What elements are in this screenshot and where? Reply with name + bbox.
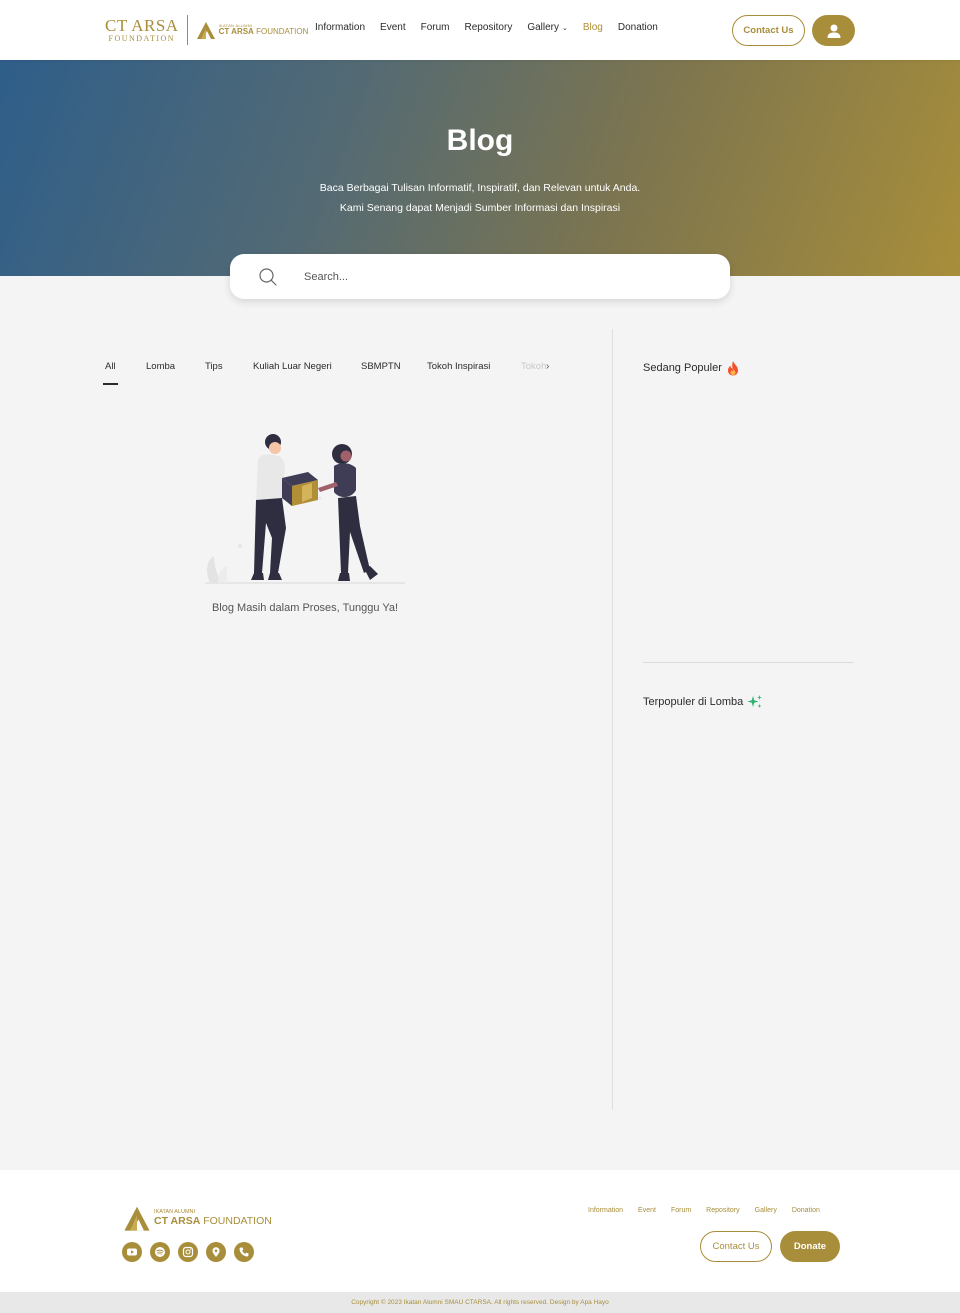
copyright-bar: Copyright © 2023 Ikatan Alumni SMAU CTAR… (0, 1292, 960, 1313)
empty-state-message: Blog Masih dalam Proses, Tunggu Ya! (211, 602, 399, 614)
logo-divider (186, 15, 188, 45)
tab-tokoh-inspirasi[interactable]: Tokoh Inspirasi (427, 361, 490, 372)
logo-triangle-icon (196, 22, 215, 39)
instagram-icon[interactable] (178, 1242, 198, 1262)
footer-contact-us-button[interactable]: Contact Us (700, 1231, 772, 1262)
spotify-icon[interactable] (150, 1242, 170, 1262)
nav-forum[interactable]: Forum (421, 22, 450, 33)
logo-primary-text: CT ARSA (105, 16, 179, 35)
search-input[interactable] (304, 266, 704, 287)
nav-donation[interactable]: Donation (618, 22, 658, 33)
sidebar-category-title: Terpopuler di Lomba (643, 696, 744, 708)
tab-lomba[interactable]: Lomba (146, 361, 175, 372)
category-tabs: All Lomba Tips Kuliah Luar Negeri SBMPTN… (103, 361, 553, 385)
logo-alumni: IKATAN ALUMNI CT ARSA FOUNDATION (196, 20, 309, 40)
hero-subtitle: Baca Berbagai Tulisan Informatif, Inspir… (0, 178, 960, 218)
sidebar-popular-heading: Sedang Populer (643, 360, 740, 376)
nav-information[interactable]: Information (315, 22, 365, 33)
hero-banner: Blog Baca Berbagai Tulisan Informatif, I… (0, 60, 960, 276)
logo-secondary-bold: CT ARSA (218, 27, 254, 36)
search-bar (230, 254, 730, 299)
tab-all[interactable]: All (105, 361, 116, 372)
tab-overflow-faded[interactable]: Tokoh (521, 361, 546, 372)
footer-logo-triangle-icon (124, 1206, 150, 1231)
tabs-next-chevron-icon[interactable]: › (546, 361, 549, 372)
site-footer: IKATAN ALUMNI CT ARSA FOUNDATION Informa… (0, 1170, 960, 1292)
logo-ctarsa: CT ARSA FOUNDATION (105, 17, 179, 43)
contact-us-button[interactable]: Contact Us (732, 15, 805, 46)
footer-nav-donation[interactable]: Donation (792, 1207, 820, 1214)
footer-logo-bold: CT ARSA (154, 1214, 201, 1227)
fire-icon (727, 361, 738, 376)
nav-event[interactable]: Event (380, 22, 406, 33)
hero-subtitle-line-2: Kami Senang dapat Menjadi Sumber Informa… (339, 202, 621, 214)
chevron-down-icon: ⌄ (560, 25, 568, 32)
logo-secondary-rest: FOUNDATION (256, 27, 309, 36)
footer-donate-button[interactable]: Donate (780, 1231, 840, 1262)
nav-blog[interactable]: Blog (583, 22, 603, 33)
phone-icon[interactable] (234, 1242, 254, 1262)
tab-kuliah-luar-negeri[interactable]: Kuliah Luar Negeri (253, 361, 332, 372)
main-nav: Information Event Forum Repository Galle… (315, 22, 658, 33)
user-icon (827, 24, 840, 38)
logo-primary-sub: FOUNDATION (108, 34, 176, 43)
footer-logo-rest: FOUNDATION (203, 1214, 272, 1227)
footer-logo[interactable]: IKATAN ALUMNI CT ARSA FOUNDATION (123, 1204, 272, 1232)
sparkle-icon (747, 695, 763, 708)
nav-gallery[interactable]: Gallery ⌄ (527, 22, 568, 33)
footer-nav-repository[interactable]: Repository (706, 1207, 739, 1214)
page-title: Blog (446, 124, 514, 157)
sidebar-separator (643, 662, 854, 663)
site-logo[interactable]: CT ARSA FOUNDATION IKATAN ALUMNI CT ARSA… (105, 14, 308, 46)
footer-nav-gallery[interactable]: Gallery (755, 1207, 777, 1214)
top-header: CT ARSA FOUNDATION IKATAN ALUMNI CT ARSA… (0, 0, 960, 60)
footer-nav-event[interactable]: Event (638, 1207, 656, 1214)
content-sidebar-divider (612, 329, 613, 1110)
nav-gallery-label: Gallery (527, 22, 560, 33)
youtube-icon[interactable] (122, 1242, 142, 1262)
nav-repository[interactable]: Repository (465, 22, 513, 33)
sidebar-popular-title: Sedang Populer (643, 362, 722, 374)
social-links (122, 1242, 254, 1262)
hero-subtitle-line-1: Baca Berbagai Tulisan Informatif, Inspir… (319, 182, 641, 194)
search-icon[interactable] (258, 267, 278, 287)
tab-tips[interactable]: Tips (205, 361, 223, 372)
footer-nav-forum[interactable]: Forum (671, 1207, 691, 1214)
footer-nav-information[interactable]: Information (588, 1207, 623, 1214)
active-tab-indicator (103, 383, 118, 385)
sidebar-category-heading: Terpopuler di Lomba (643, 694, 763, 710)
copyright-text: Copyright © 2023 Ikatan Alumni SMAU CTAR… (351, 1299, 609, 1306)
user-account-button[interactable] (812, 15, 855, 46)
empty-state-illustration-icon (205, 434, 405, 584)
tab-sbmptn[interactable]: SBMPTN (361, 361, 401, 372)
location-icon[interactable] (206, 1242, 226, 1262)
footer-nav: Information Event Forum Repository Galle… (588, 1207, 820, 1214)
